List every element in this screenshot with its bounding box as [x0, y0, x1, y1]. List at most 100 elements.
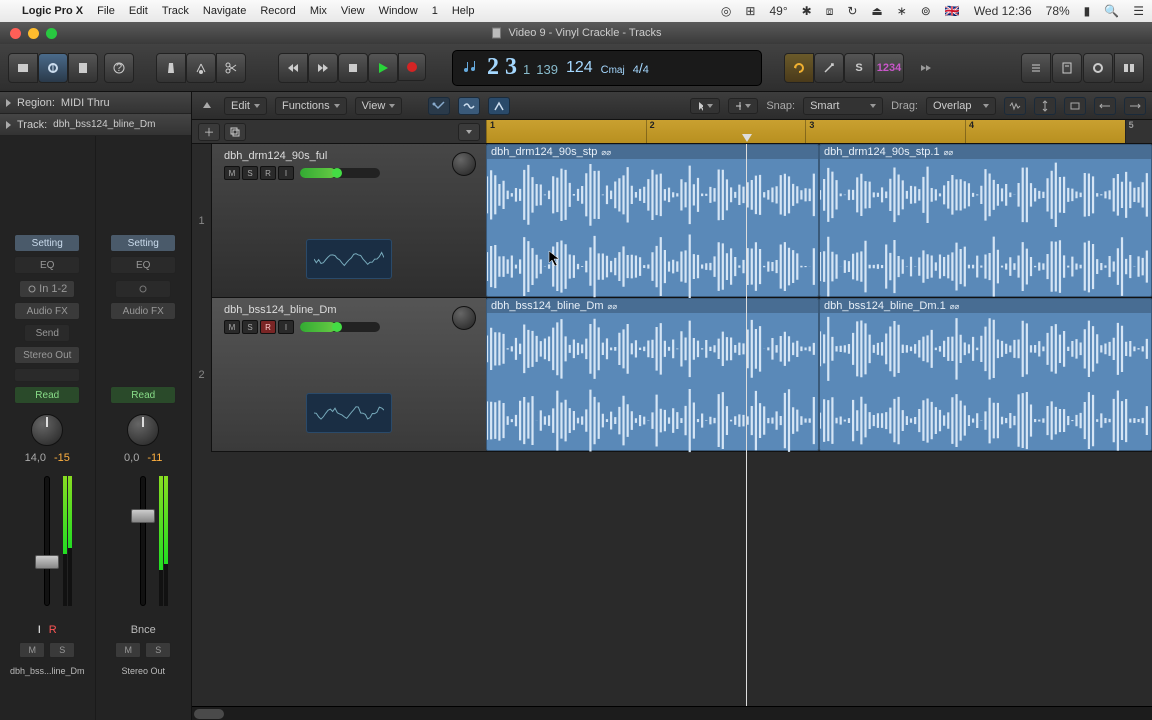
pan-knob[interactable] [31, 414, 63, 446]
toolbar-more-button[interactable] [910, 53, 940, 83]
scrollbar-thumb[interactable] [194, 709, 224, 719]
status-temp[interactable]: 49° [769, 4, 787, 18]
bar-marker[interactable]: 4 [965, 120, 1125, 143]
inspector-button[interactable]: i [38, 53, 68, 83]
audio-region[interactable]: dbh_bss124_bline_Dm.1⌀⌀ [819, 298, 1152, 451]
eq-button[interactable]: EQ [110, 256, 176, 274]
notes-button[interactable] [1052, 53, 1082, 83]
input-monitor-button[interactable]: I [278, 166, 294, 180]
position-ticks[interactable]: 139 [536, 62, 558, 77]
record-enable-button[interactable]: R [260, 166, 276, 180]
mute-button[interactable]: M [19, 642, 45, 658]
solo-button[interactable]: S [242, 166, 258, 180]
position-bars[interactable]: 2 [487, 54, 499, 81]
horiz-zoom-in[interactable] [1124, 97, 1146, 115]
status-wifi-icon[interactable]: ⊚ [921, 4, 931, 18]
zoom-window-button[interactable] [46, 28, 57, 39]
audio-fx-button[interactable]: Audio FX [110, 302, 176, 320]
status-clock[interactable]: Wed 12:36 [974, 4, 1032, 18]
audio-region[interactable]: dbh_bss124_bline_Dm⌀⌀ [486, 298, 819, 451]
vertical-zoom[interactable] [1034, 97, 1056, 115]
list-editors-button[interactable] [1021, 53, 1051, 83]
spotlight-icon[interactable]: 🔍 [1104, 4, 1119, 18]
menu-track[interactable]: Track [162, 5, 189, 17]
region-header[interactable]: Region: MIDI Thru [0, 92, 191, 114]
track-icon[interactable] [306, 239, 392, 279]
menu-1[interactable]: 1 [432, 5, 438, 17]
status-sync-icon[interactable]: ↻ [847, 4, 857, 18]
play-button[interactable] [368, 53, 398, 83]
library-button[interactable] [8, 53, 38, 83]
solo-button[interactable]: S [49, 642, 75, 658]
duplicate-track-button[interactable] [224, 123, 246, 141]
input-monitor-button[interactable]: I [278, 320, 294, 334]
sig-num[interactable]: 4 [633, 64, 639, 76]
mute-button[interactable]: M [115, 642, 141, 658]
help-button[interactable]: ? [104, 53, 134, 83]
lcd-display[interactable]: 2 3 1 139 124 Cmaj 4/4 [452, 50, 762, 86]
bar-marker[interactable]: 2 [646, 120, 806, 143]
mute-button[interactable]: M [224, 166, 240, 180]
eq-button[interactable]: EQ [14, 256, 80, 274]
fader-slot[interactable] [44, 476, 50, 606]
track-header[interactable]: dbh_drm124_90s_ful M S R I [212, 144, 486, 298]
automation-toggle[interactable] [428, 97, 450, 115]
status-eject-icon[interactable]: ⏏ [871, 4, 882, 18]
menu-mix[interactable]: Mix [310, 5, 327, 17]
bar-ruler[interactable]: 1 2 3 4 5 [486, 120, 1152, 143]
mute-button[interactable]: M [224, 320, 240, 334]
app-name[interactable]: Logic Pro X [22, 5, 83, 17]
flex-toggle[interactable] [458, 97, 480, 115]
track-lane[interactable]: dbh_drm124_90s_stp⌀⌀ dbh_drm124_90s_stp.… [486, 144, 1152, 298]
browsers-button[interactable] [1114, 53, 1144, 83]
nav-up-button[interactable] [198, 97, 216, 115]
automation-button[interactable]: Read [14, 386, 80, 404]
status-circle-icon[interactable]: ◎ [721, 4, 731, 18]
horizontal-scrollbar[interactable] [192, 706, 1152, 720]
functions-menu[interactable]: Functions [275, 97, 347, 115]
audio-region[interactable]: dbh_drm124_90s_stp⌀⌀ [486, 144, 819, 297]
automation-button[interactable]: Read [110, 386, 176, 404]
quick-help-button[interactable] [68, 53, 98, 83]
cycle-button[interactable] [784, 53, 814, 83]
edit-menu[interactable]: Edit [224, 97, 267, 115]
auto-zoom[interactable] [1064, 97, 1086, 115]
status-squares-icon[interactable]: ⊞ [745, 4, 755, 18]
menu-file[interactable]: File [97, 5, 115, 17]
replace-button[interactable] [814, 53, 844, 83]
rewind-button[interactable] [278, 53, 308, 83]
notifications-icon[interactable]: ☰ [1133, 4, 1144, 18]
sig-den[interactable]: 4 [643, 64, 649, 76]
fader-cap[interactable] [131, 509, 155, 523]
solo-button[interactable]: S [844, 53, 874, 83]
status-battery[interactable]: 78% [1046, 4, 1070, 18]
catch-toggle[interactable] [488, 97, 510, 115]
bar-marker[interactable]: 1 [486, 120, 646, 143]
snap-select[interactable]: Smart [803, 97, 883, 115]
solo-button[interactable]: S [145, 642, 171, 658]
record-enable-button[interactable]: R [260, 320, 276, 334]
audio-fx-button[interactable]: Audio FX [14, 302, 80, 320]
setting-button[interactable]: Setting [110, 234, 176, 252]
forward-button[interactable] [308, 53, 338, 83]
input-button[interactable]: In 1-2 [19, 280, 75, 298]
track-lane[interactable]: dbh_bss124_bline_Dm⌀⌀ dbh_bss124_bline_D… [486, 298, 1152, 452]
tuner-button[interactable] [186, 53, 216, 83]
playhead-marker[interactable] [742, 134, 752, 142]
input-button[interactable] [115, 280, 171, 298]
menu-help[interactable]: Help [452, 5, 475, 17]
status-fan-icon[interactable]: ✱ [802, 4, 812, 18]
menu-record[interactable]: Record [260, 5, 295, 17]
menu-view[interactable]: View [341, 5, 365, 17]
record-button[interactable] [398, 53, 426, 81]
volume-slider[interactable] [300, 168, 380, 178]
position-beats[interactable]: 3 [505, 54, 517, 81]
volume-slider[interactable] [300, 322, 380, 332]
send-button[interactable]: Send [24, 324, 70, 342]
view-menu[interactable]: View [355, 97, 403, 115]
close-window-button[interactable] [10, 28, 21, 39]
menu-edit[interactable]: Edit [129, 5, 148, 17]
metronome-button[interactable] [156, 53, 186, 83]
position-div[interactable]: 1 [523, 62, 530, 77]
solo-button[interactable]: S [242, 320, 258, 334]
